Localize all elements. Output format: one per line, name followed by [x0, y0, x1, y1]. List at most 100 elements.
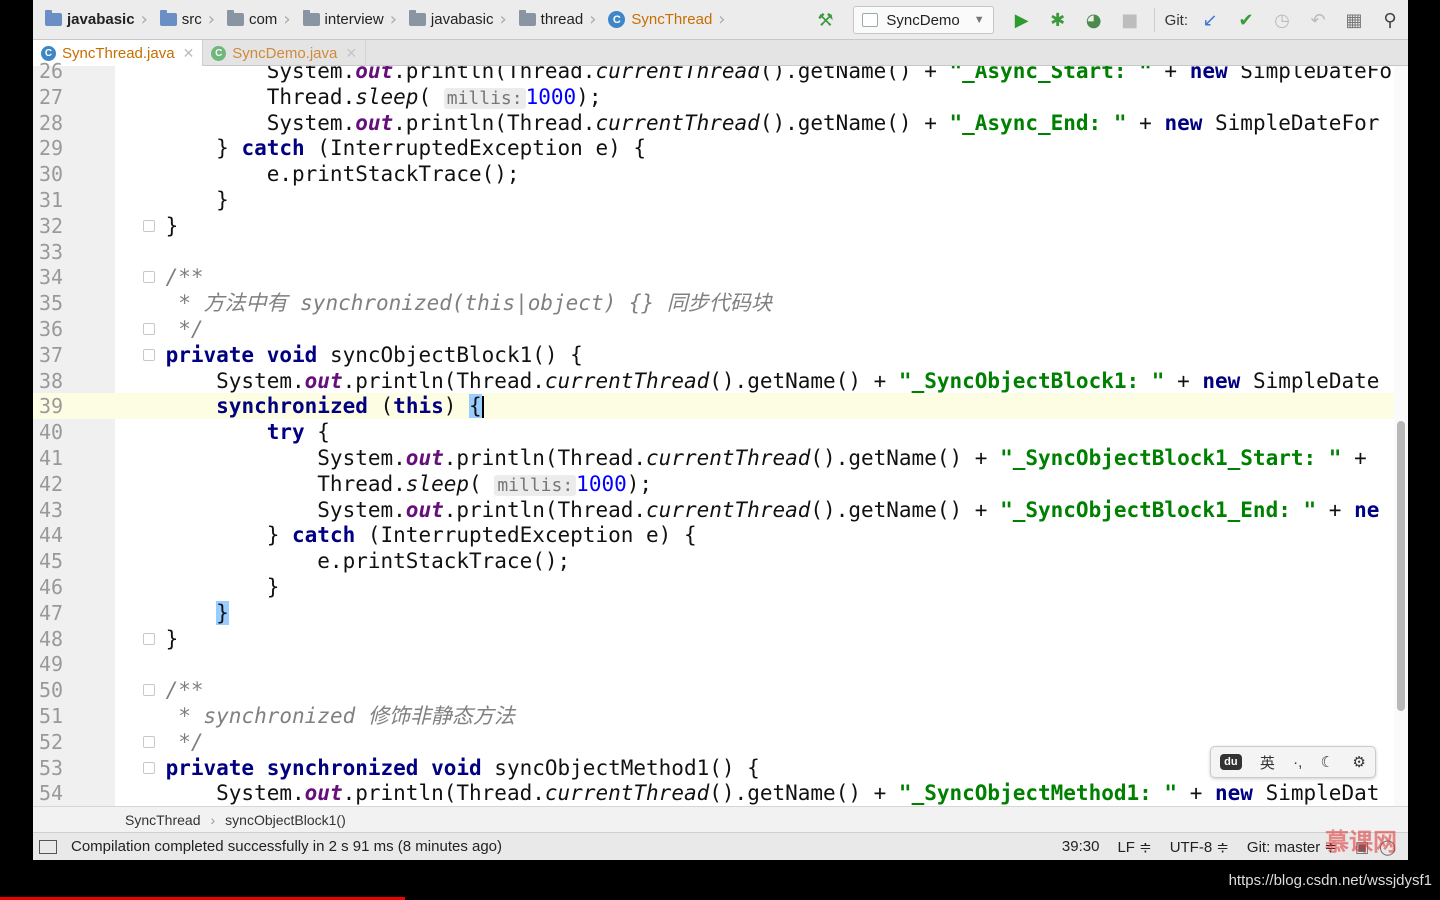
ime-punctuation-toggle[interactable]: ·, [1293, 754, 1302, 771]
gear-icon[interactable]: ⚙ [1352, 753, 1365, 771]
code-line[interactable]: } [115, 574, 1408, 600]
search-icon[interactable]: ⚲ [1377, 7, 1403, 33]
code-line[interactable]: /** [115, 264, 1408, 290]
chevron-right-icon: › [283, 9, 291, 30]
fold-marker-icon[interactable] [143, 632, 155, 645]
code-token: */ [115, 729, 204, 754]
run-config-icon [862, 13, 879, 27]
tool-windows-icon[interactable] [39, 839, 57, 854]
line-separator[interactable]: LF ≑ [1117, 838, 1151, 856]
parameter-hint: millis: [443, 87, 526, 109]
folder-icon [302, 10, 320, 26]
crumb-syncthread[interactable]: C SyncThread › [596, 0, 725, 40]
project-structure-icon[interactable]: ▦ [1341, 7, 1367, 33]
code-token: synchronized [203, 704, 356, 728]
code-line[interactable]: System.out.println(Thread.currentThread(… [115, 445, 1408, 471]
code-line[interactable]: e.printStackTrace(); [115, 548, 1408, 574]
run-icon[interactable]: ▶ [1009, 7, 1035, 33]
git-history-icon[interactable]: ◷ [1269, 7, 1295, 33]
caret-position[interactable]: 39:30 [1062, 838, 1100, 855]
code-token: currentThread [544, 368, 710, 393]
chevron-right-icon: › [207, 9, 215, 30]
file-encoding[interactable]: UTF-8 ≑ [1170, 838, 1229, 856]
code-line[interactable]: try { [115, 419, 1408, 445]
code-line[interactable] [115, 651, 1408, 677]
code-line[interactable]: } [115, 626, 1408, 652]
breadcrumb-class[interactable]: SyncThread [125, 812, 200, 828]
code-line[interactable]: System.out.println(Thread.currentThread(… [115, 110, 1408, 136]
tab-syncdemo[interactable]: C SyncDemo.java ✕ [203, 40, 367, 66]
code-token: new [1215, 781, 1253, 806]
code-line[interactable]: Thread.sleep( millis: 1000); [115, 471, 1408, 497]
code-token: + [1316, 497, 1355, 522]
crumb-project[interactable]: javabasic › [33, 0, 148, 40]
code-line[interactable]: } [115, 187, 1408, 213]
code-line[interactable]: System.out.println(Thread.currentThread(… [115, 497, 1408, 523]
code-token: .println(Thread. [393, 110, 596, 135]
git-update-icon[interactable]: ↙ [1197, 7, 1223, 33]
code-line[interactable] [115, 239, 1408, 265]
crumb-src[interactable]: src › [148, 0, 215, 40]
code-line[interactable]: } [115, 213, 1408, 239]
code-line[interactable]: Thread.sleep( millis: 1000); [115, 84, 1408, 110]
fold-marker-icon[interactable] [143, 219, 155, 232]
code-token: + [1177, 781, 1216, 806]
code-line[interactable]: * 方法中有 synchronized(this|object) {} 同步代码… [115, 290, 1408, 316]
line-number: 30 [39, 162, 64, 187]
git-commit-icon[interactable]: ✔ [1233, 7, 1259, 33]
crumb-com[interactable]: com › [215, 0, 291, 40]
code-editor[interactable]: System.out.println(Thread.currentThread(… [115, 66, 1408, 806]
crumb-javabasic[interactable]: javabasic › [397, 0, 507, 40]
close-icon[interactable]: ✕ [345, 45, 357, 62]
code-line[interactable]: synchronized (this) { [115, 393, 1408, 420]
build-hammer-icon[interactable]: ⚒ [812, 7, 838, 33]
fold-marker-icon[interactable] [143, 348, 155, 361]
breadcrumb-method[interactable]: syncObjectBlock1() [225, 812, 346, 828]
code-token: this [393, 394, 444, 419]
code-token: out [405, 446, 444, 470]
git-branch[interactable]: Git: master ≑ [1247, 838, 1337, 856]
code-token: } [216, 600, 229, 625]
code-token: .println(Thread. [393, 66, 596, 83]
crumb-interview[interactable]: interview › [291, 0, 397, 40]
line-number: 41 [39, 446, 64, 470]
run-with-coverage-icon[interactable]: ◕ [1081, 7, 1107, 33]
crumb-thread[interactable]: thread › [507, 0, 596, 40]
code-token: System. [115, 66, 356, 83]
code-token: 1000 [576, 471, 627, 496]
code-line[interactable]: System.out.println(Thread.currentThread(… [115, 66, 1408, 84]
code-token: catch [241, 136, 305, 161]
code-line[interactable]: } catch (InterruptedException e) { [115, 135, 1408, 161]
git-revert-icon[interactable]: ↶ [1305, 7, 1331, 33]
code-line[interactable]: /** [115, 677, 1408, 703]
code-token: * [115, 704, 204, 728]
input-method-toolbar[interactable]: du 英 ·, ☾ ⚙ [1210, 746, 1376, 778]
code-line[interactable]: } catch (InterruptedException e) { [115, 522, 1408, 548]
line-number: 50 [39, 678, 64, 703]
stop-icon[interactable]: ■ [1117, 7, 1143, 33]
vertical-scrollbar[interactable] [1397, 421, 1405, 711]
line-number: 42 [39, 471, 64, 496]
line-number: 37 [39, 342, 64, 367]
code-token: "_Async_Start: " [949, 66, 1152, 83]
fold-marker-icon[interactable] [143, 684, 155, 697]
code-line[interactable]: } [115, 600, 1408, 626]
code-line[interactable]: System.out.println(Thread.currentThread(… [115, 780, 1408, 806]
code-line[interactable]: e.printStackTrace(); [115, 161, 1408, 187]
ime-language-toggle[interactable]: 英 [1260, 752, 1275, 773]
run-configuration-select[interactable]: SyncDemo ▼ [853, 6, 994, 34]
debug-bug-icon[interactable]: ✱ [1045, 7, 1071, 33]
code-line[interactable]: private void syncObjectBlock1() { [115, 342, 1408, 368]
fold-marker-icon[interactable] [143, 271, 155, 284]
fold-marker-icon[interactable] [143, 735, 155, 748]
code-line[interactable]: System.out.println(Thread.currentThread(… [115, 368, 1408, 394]
close-icon[interactable]: ✕ [183, 45, 195, 62]
code-line[interactable]: * synchronized 修饰非静态方法 [115, 703, 1408, 729]
fold-marker-icon[interactable] [143, 761, 155, 774]
line-number-gutter: 26 27 28 29 30 31 32 33 34 35 36 37 38 39 40 41 42 43 44 45… [33, 59, 115, 806]
line-number: 32 [39, 213, 64, 238]
code-line[interactable]: */ [115, 316, 1408, 342]
fold-marker-icon[interactable] [143, 323, 155, 335]
moon-icon[interactable]: ☾ [1321, 753, 1334, 771]
